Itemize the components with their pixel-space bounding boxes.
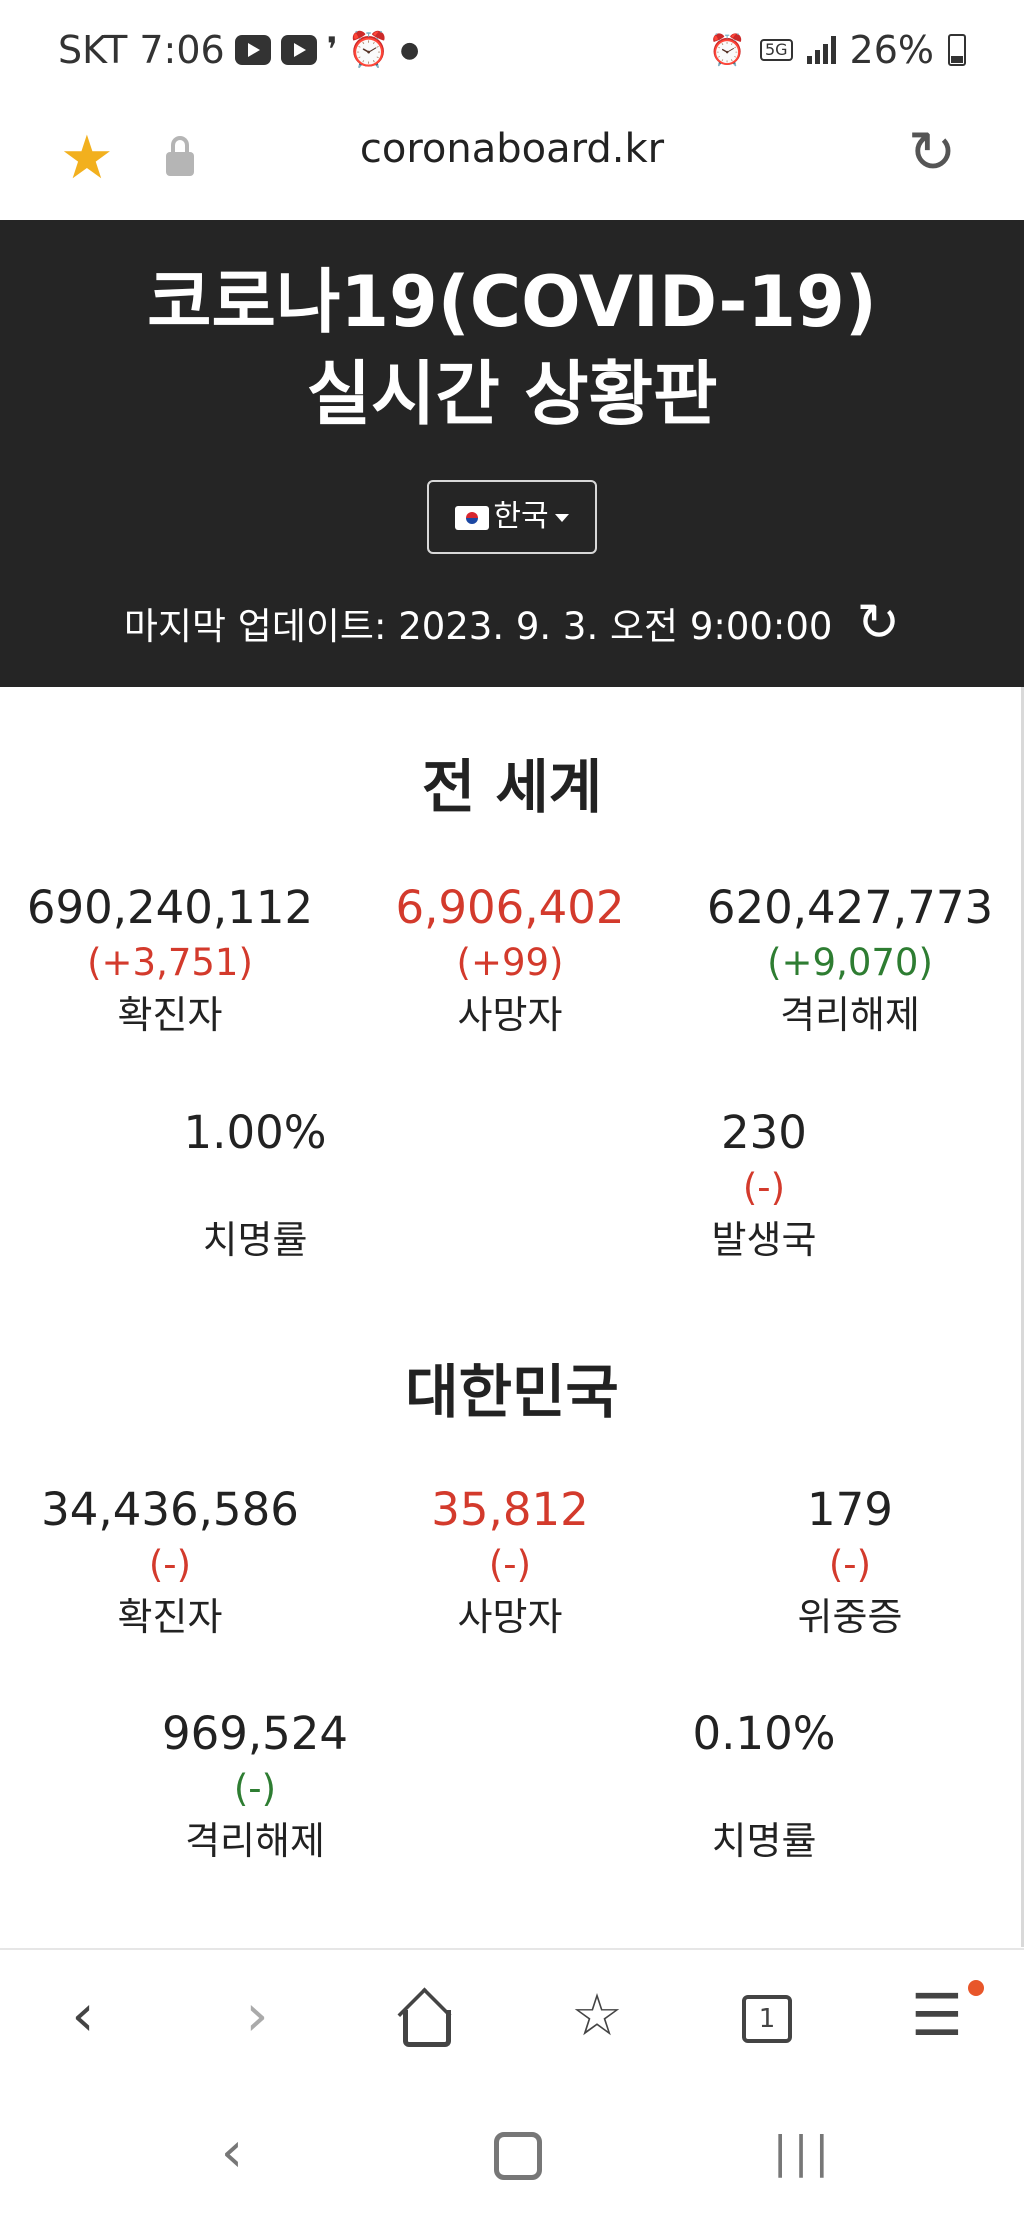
quote-icon: ❜ (326, 30, 338, 70)
forward-icon[interactable]: › (212, 1970, 302, 2060)
alarm-icon: ⏰ (708, 32, 746, 68)
korea-deaths: 35,812 (-) 사망자 (340, 1482, 680, 1642)
caret-down-icon (554, 513, 569, 522)
battery-icon (948, 34, 966, 66)
stat-label: 위중증 (797, 1595, 903, 1639)
korea-fatality: 0.10% 치명률 (594, 1706, 934, 1866)
stat-value: 969,524 (161, 1707, 349, 1760)
system-navigation-bar: ‹ ||| (0, 2088, 1024, 2219)
notification-dot (968, 1980, 984, 1996)
korea-confirmed: 34,436,586 (-) 확진자 (0, 1482, 340, 1642)
youtube-icon (280, 35, 317, 65)
language-label: 한국 (493, 499, 549, 534)
stat-value: 35,812 (431, 1483, 589, 1536)
stat-label: 사망자 (457, 1595, 563, 1639)
stat-value: 620,427,773 (706, 881, 994, 934)
korea-section-title: 대한민국 (405, 1358, 619, 1426)
stat-delta: (-) (828, 1543, 872, 1586)
world-countries: 230 (-) 발생국 (594, 1105, 934, 1265)
last-update-row: 마지막 업데이트: 2023. 9. 3. 오전 9:00:00 ↻ (0, 596, 1024, 650)
tabs-icon[interactable]: 1 (722, 1970, 812, 2060)
world-section-title: 전 세계 (421, 753, 603, 821)
bookmarks-icon[interactable]: ☆ (552, 1970, 642, 2060)
browser-toolbar: ‹ › ☆ 1 ☰ (0, 1948, 1024, 2090)
home-icon[interactable] (382, 1970, 472, 2060)
title-line-2: 실시간 상황판 (306, 353, 718, 435)
stat-value: 6,906,402 (395, 881, 625, 934)
stat-value: 1.00% (183, 1106, 327, 1159)
stat-label: 격리해제 (185, 1819, 325, 1863)
stat-delta: (+3,751) (87, 941, 253, 984)
language-dropdown[interactable]: 한국 (427, 480, 597, 554)
status-left: SKT 7:06 ❜ ⏰ ● (58, 28, 419, 72)
stat-value: 0.10% (692, 1707, 836, 1760)
back-icon[interactable]: ‹ (192, 2118, 272, 2188)
refresh-icon[interactable]: ↻ (856, 597, 900, 649)
menu-icon[interactable]: ☰ (892, 1970, 984, 2060)
tab-count: 1 (742, 1994, 792, 2043)
world-fatality: 1.00% 치명률 (85, 1105, 425, 1265)
signal-icon (806, 36, 836, 64)
korea-released: 969,524 (-) 격리해제 (85, 1706, 425, 1866)
stat-value: 179 (807, 1483, 893, 1536)
url-text[interactable]: coronaboard.kr (0, 126, 1024, 172)
page-header: 코로나19(COVID-19) 실시간 상황판 한국 마지막 업데이트: 202… (0, 220, 1024, 687)
5g-icon: 5G (759, 39, 793, 61)
stat-value: 34,436,586 (41, 1483, 299, 1536)
page-title: 코로나19(COVID-19) 실시간 상황판 (0, 256, 1024, 440)
home-icon[interactable] (478, 2118, 558, 2188)
reload-icon[interactable]: ↻ (902, 122, 962, 182)
title-line-1: 코로나19(COVID-19) (147, 261, 877, 343)
stat-delta: (-) (233, 1767, 277, 1810)
stat-label: 치명률 (202, 1218, 308, 1262)
alarm-icon: ⏰ (347, 30, 391, 70)
stat-delta-empty (85, 1161, 425, 1215)
stat-delta: (+99) (456, 941, 564, 984)
world-confirmed: 690,240,112 (+3,751) 확진자 (0, 880, 340, 1040)
stat-value: 230 (721, 1106, 807, 1159)
stat-label: 치명률 (711, 1819, 817, 1863)
world-released: 620,427,773 (+9,070) 격리해제 (680, 880, 1020, 1040)
battery-percent: 26% (849, 28, 934, 72)
korea-critical: 179 (-) 위중증 (680, 1482, 1020, 1642)
back-icon[interactable]: ‹ (38, 1970, 128, 2060)
world-deaths: 6,906,402 (+99) 사망자 (340, 880, 680, 1040)
status-right: ⏰ 5G 26% (709, 28, 966, 72)
stat-label: 확진자 (117, 993, 223, 1037)
stat-label: 발생국 (711, 1218, 817, 1262)
stat-value: 690,240,112 (26, 881, 314, 934)
recents-icon[interactable]: ||| (764, 2118, 844, 2188)
dot-icon: ● (400, 37, 420, 63)
stat-delta: (-) (148, 1543, 192, 1586)
stat-label: 격리해제 (780, 993, 920, 1037)
status-bar: SKT 7:06 ❜ ⏰ ● ⏰ 5G 26% (0, 0, 1024, 100)
stat-label: 사망자 (457, 993, 563, 1037)
stat-delta: (+9,070) (767, 941, 933, 984)
stat-delta: (-) (742, 1166, 786, 1209)
korea-flag-icon (455, 505, 490, 530)
stat-delta: (-) (488, 1543, 532, 1586)
stat-delta-empty (594, 1762, 934, 1816)
last-update-text: 마지막 업데이트: 2023. 9. 3. 오전 9:00:00 (123, 605, 833, 648)
browser-url-bar: ★ coronaboard.kr ↻ (0, 100, 1024, 220)
youtube-icon (234, 35, 271, 65)
stat-label: 확진자 (117, 1595, 223, 1639)
carrier-time: SKT 7:06 (58, 28, 225, 72)
